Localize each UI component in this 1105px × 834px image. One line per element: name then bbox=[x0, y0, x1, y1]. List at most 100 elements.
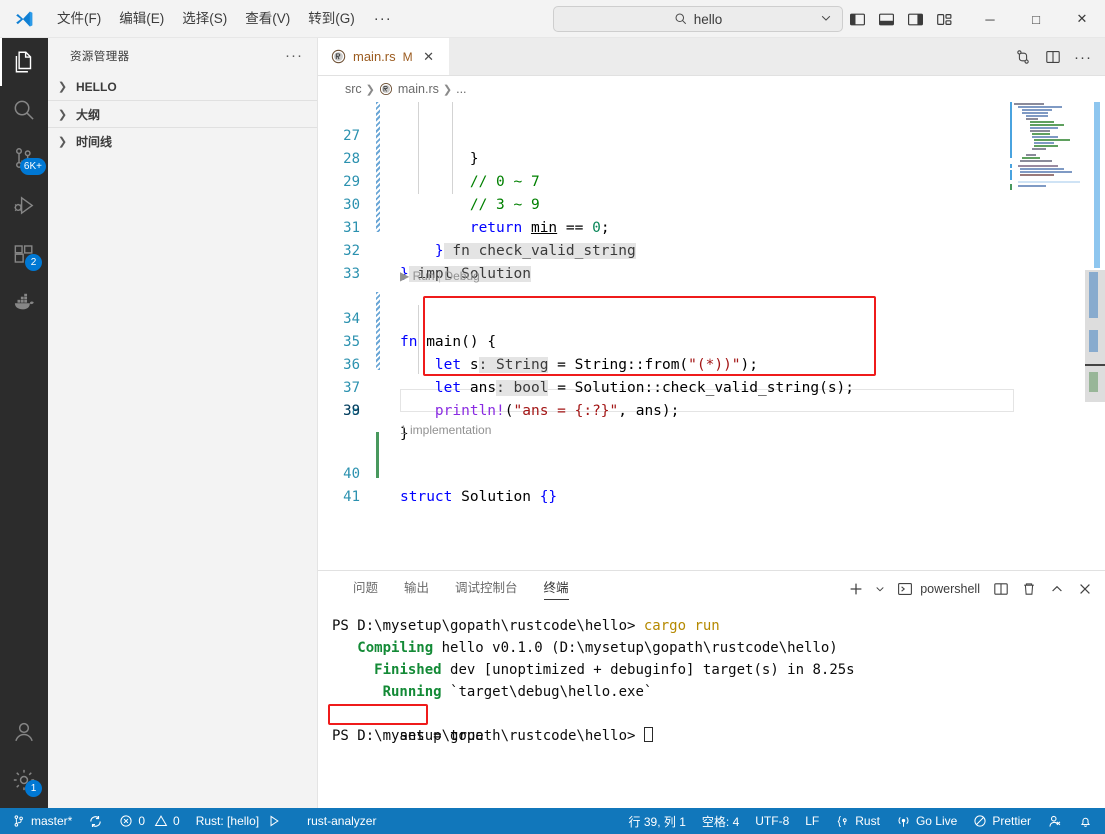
sidebar-section-timeline[interactable]: ❯ 时间线 bbox=[48, 127, 317, 154]
close-icon[interactable]: ✕ bbox=[421, 49, 437, 65]
code-line[interactable]: 36 let ans: bool = Solution::check_valid… bbox=[318, 331, 854, 396]
code-line[interactable]: 41 bbox=[318, 463, 388, 505]
chevron-up-icon[interactable] bbox=[1045, 577, 1069, 601]
split-terminal-icon[interactable] bbox=[989, 577, 1013, 601]
activity-run-debug[interactable] bbox=[0, 182, 48, 230]
status-notifications[interactable] bbox=[1070, 808, 1105, 834]
codelens-run-debug[interactable]: ▶ Run | Debug bbox=[400, 266, 480, 286]
activity-extensions[interactable]: 2 bbox=[0, 230, 48, 278]
window-close-button[interactable]: ✕ bbox=[1059, 0, 1105, 38]
status-branch[interactable]: master* bbox=[0, 808, 80, 834]
terminal-icon bbox=[897, 581, 913, 597]
code-line[interactable]: 30 return min == 0; bbox=[318, 171, 609, 236]
panel-tab-output[interactable]: 输出 bbox=[391, 571, 442, 606]
editor-overview-ruler[interactable] bbox=[1085, 102, 1105, 570]
customize-layout-icon[interactable] bbox=[931, 6, 957, 32]
code-line[interactable]: 33 bbox=[318, 240, 388, 282]
status-prettier[interactable]: Prettier bbox=[965, 808, 1039, 834]
chevron-down-icon[interactable] bbox=[872, 577, 888, 601]
close-icon[interactable] bbox=[1073, 577, 1097, 601]
quick-open-search[interactable]: hello bbox=[553, 6, 843, 32]
minimap-code-line bbox=[1022, 112, 1048, 114]
menu-go[interactable]: 转到(G) bbox=[299, 0, 364, 38]
window-minimize-button[interactable]: ─ bbox=[967, 0, 1013, 38]
warning-icon bbox=[154, 814, 168, 828]
code-line[interactable]: 29 // 3 ~ 9 bbox=[318, 148, 540, 213]
window-maximize-button[interactable]: □ bbox=[1013, 0, 1059, 38]
status-encoding[interactable]: UTF-8 bbox=[747, 808, 797, 834]
sidebar-section-hello[interactable]: ❯ HELLO bbox=[48, 73, 317, 100]
minimap-code-line bbox=[1030, 127, 1058, 129]
panel-tab-terminal[interactable]: 终端 bbox=[531, 571, 582, 606]
terminal-status-rest: dev [unoptimized + debuginfo] target(s) … bbox=[441, 662, 855, 678]
editor-more-actions-icon[interactable]: ··· bbox=[1069, 43, 1097, 71]
split-compare-icon[interactable] bbox=[1009, 43, 1037, 71]
code-line[interactable]: 27 } bbox=[318, 102, 478, 167]
status-cursor-position[interactable]: 行 39, 列 1 bbox=[621, 808, 694, 834]
toggle-primary-sidebar-icon[interactable] bbox=[844, 6, 870, 32]
breadcrumb-symbol[interactable]: ... bbox=[456, 82, 466, 96]
run-icon[interactable] bbox=[267, 814, 281, 828]
menu-file[interactable]: 文件(F) bbox=[48, 0, 110, 38]
sidebar-more-actions-icon[interactable]: ··· bbox=[285, 47, 303, 64]
editor-group: main.rs M ✕ ··· src ❯ main.rs ❯ ... 27}… bbox=[318, 38, 1105, 570]
editor-minimap[interactable] bbox=[1010, 102, 1085, 202]
line-number: 33 bbox=[343, 266, 360, 282]
status-eol[interactable]: LF bbox=[797, 808, 827, 834]
status-sync[interactable] bbox=[80, 808, 111, 834]
line-number: 41 bbox=[343, 489, 360, 505]
activity-docker[interactable] bbox=[0, 278, 48, 326]
extensions-badge: 2 bbox=[25, 254, 42, 271]
activity-accounts[interactable] bbox=[0, 708, 48, 756]
terminal-shell-selector[interactable]: powershell bbox=[892, 581, 985, 597]
terminal-output[interactable]: PS D:\mysetup\gopath\rustcode\hello> car… bbox=[318, 606, 1105, 809]
code-line[interactable]: 39 bbox=[318, 389, 388, 419]
sidebar-section-outline[interactable]: ❯ 大纲 bbox=[48, 100, 317, 127]
breadcrumb-src[interactable]: src bbox=[345, 82, 362, 96]
status-remote[interactable] bbox=[1039, 808, 1070, 834]
code-line[interactable]: 37 println!("ans = {:?}", ans); bbox=[318, 354, 679, 419]
activity-explorer[interactable] bbox=[0, 38, 48, 86]
panel-tab-problems[interactable]: 问题 bbox=[340, 571, 391, 606]
status-problems[interactable]: 0 0 bbox=[111, 808, 187, 834]
terminal-line: Running `target\debug\hello.exe` bbox=[332, 681, 1105, 703]
status-go-live[interactable]: Go Live bbox=[888, 808, 965, 834]
activity-search[interactable] bbox=[0, 86, 48, 134]
menu-view[interactable]: 查看(V) bbox=[236, 0, 299, 38]
activity-source-control[interactable]: 6K+ bbox=[0, 134, 48, 182]
minimap-code-line bbox=[1032, 133, 1050, 135]
plus-icon[interactable] bbox=[844, 577, 868, 601]
code-line[interactable]: 32 } impl Solution bbox=[318, 217, 531, 282]
code-line[interactable]: 35 let s: String = String::from("(*))"); bbox=[318, 308, 758, 373]
menu-more[interactable]: ··· bbox=[364, 0, 402, 38]
codelens-debug-label[interactable]: Debug bbox=[444, 269, 479, 283]
codelens-implementations[interactable]: 1 implementation bbox=[400, 420, 491, 440]
chevron-down-icon[interactable] bbox=[819, 11, 833, 25]
status-analyzer[interactable]: rust-analyzer bbox=[289, 808, 384, 834]
panel-tab-debug-console[interactable]: 调试控制台 bbox=[442, 571, 531, 606]
status-language-mode[interactable]: Rust bbox=[827, 808, 888, 834]
run-triangle-icon[interactable]: ▶ bbox=[400, 269, 409, 283]
code-line[interactable]: 34 fn main() { bbox=[318, 285, 496, 350]
toggle-panel-icon[interactable] bbox=[873, 6, 899, 32]
codelens-run-label[interactable]: Run bbox=[413, 269, 435, 283]
status-rust-project[interactable]: Rust: [hello] bbox=[188, 808, 289, 834]
sidebar-section-label: 时间线 bbox=[76, 134, 113, 149]
activity-settings[interactable]: 1 bbox=[0, 756, 48, 804]
code-editor[interactable]: 27 } 28 // 0 ~ 7 29 // 3 ~ 9 30 return m… bbox=[318, 102, 1105, 570]
code-line[interactable]: 28 // 0 ~ 7 bbox=[318, 125, 540, 190]
menu-edit[interactable]: 编辑(E) bbox=[110, 0, 173, 38]
line-content: struct Solution {} bbox=[400, 489, 558, 505]
status-indentation[interactable]: 空格: 4 bbox=[694, 808, 747, 834]
split-editor-icon[interactable] bbox=[1039, 43, 1067, 71]
editor-tab-actions: ··· bbox=[1009, 38, 1105, 76]
line-number: 39 bbox=[343, 403, 360, 419]
code-line[interactable]: 31 } fn check_valid_string bbox=[318, 194, 636, 259]
settings-badge: 1 bbox=[25, 780, 42, 797]
trash-icon[interactable] bbox=[1017, 577, 1041, 601]
breadcrumb-file[interactable]: main.rs bbox=[379, 82, 439, 96]
editor-tab-main-rs[interactable]: main.rs M ✕ bbox=[318, 38, 449, 75]
toggle-secondary-sidebar-icon[interactable] bbox=[902, 6, 928, 32]
menu-selection[interactable]: 选择(S) bbox=[173, 0, 236, 38]
code-line[interactable]: 40 struct Solution {} bbox=[318, 440, 557, 505]
